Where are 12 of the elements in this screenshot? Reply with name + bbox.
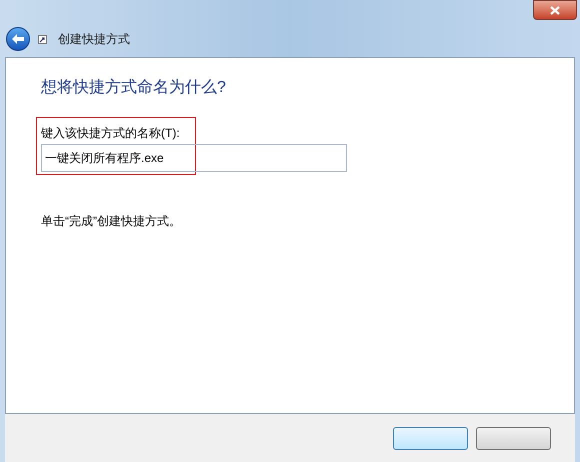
dialog-button[interactable]	[476, 426, 551, 450]
window-title: 创建快捷方式	[58, 31, 130, 48]
instruction-text: 单击“完成”创建快捷方式。	[41, 213, 182, 230]
back-arrow-icon	[11, 33, 25, 45]
default-button[interactable]	[393, 426, 468, 450]
close-icon	[550, 6, 560, 14]
name-field[interactable]: 一键关闭所有程序.exe	[41, 144, 347, 172]
back-button[interactable]	[6, 27, 30, 51]
close-button[interactable]	[533, 0, 577, 20]
shortcut-icon	[38, 34, 47, 44]
field-label: 键入该快捷方式的名称(T):	[41, 126, 181, 140]
wizard-heading: 想将快捷方式命名为什么?	[41, 78, 227, 98]
